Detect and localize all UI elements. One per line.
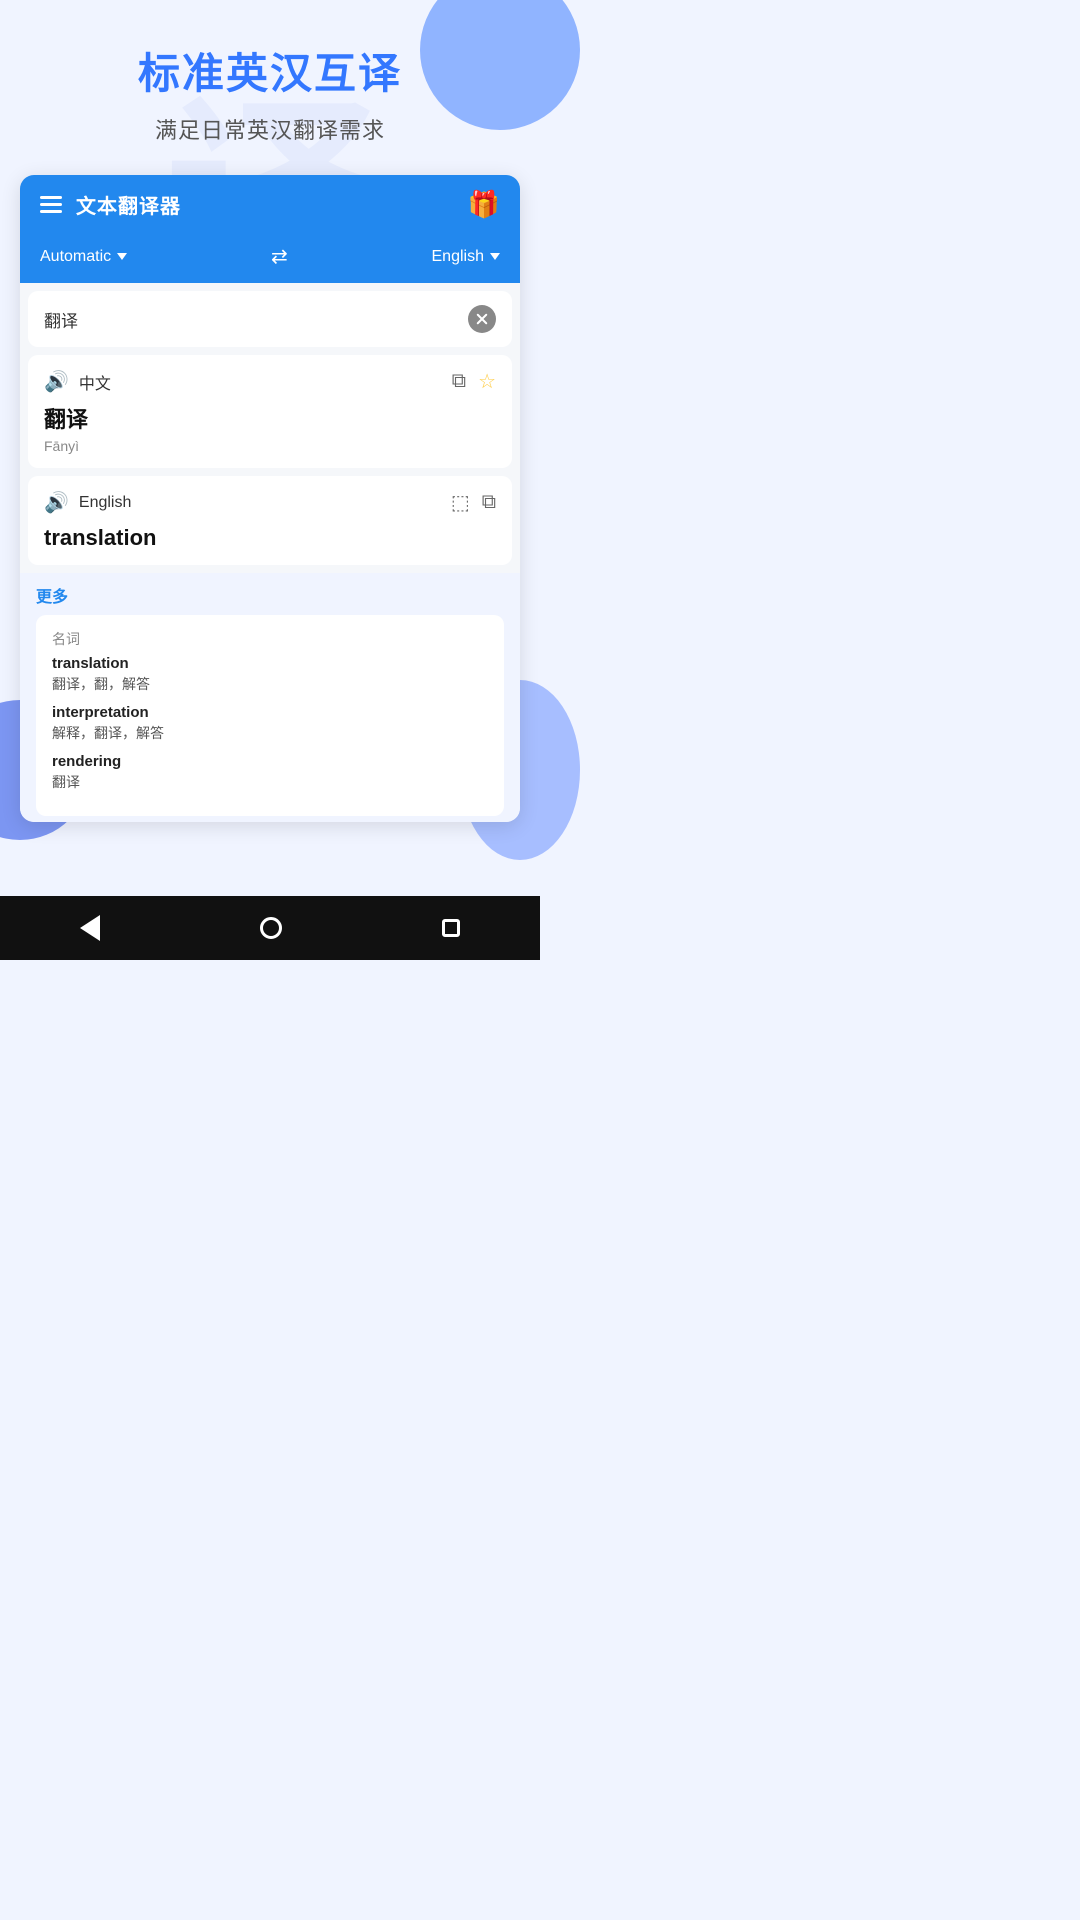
- nav-back-button[interactable]: [80, 915, 100, 941]
- chinese-result-actions: ⧉ ☆: [452, 369, 496, 394]
- toolbar: 文本翻译器 🎁: [20, 175, 520, 234]
- source-lang-button[interactable]: Automatic: [40, 248, 127, 266]
- word-entry-0: translation: [52, 655, 488, 672]
- star-icon[interactable]: ☆: [478, 369, 496, 394]
- chinese-result-card: 🔊 中文 ⧉ ☆ 翻译 Fānyì: [28, 355, 512, 468]
- chinese-result-pinyin: Fānyì: [44, 438, 496, 454]
- clear-button[interactable]: [468, 305, 496, 333]
- english-lang-label: English: [79, 494, 131, 512]
- more-label: 更多: [36, 583, 504, 607]
- chinese-speaker-icon[interactable]: 🔊: [44, 369, 69, 394]
- word-meaning-1: 解释，翻译，解答: [52, 723, 488, 743]
- gift-icon[interactable]: 🎁: [468, 189, 500, 220]
- header-subtitle: 满足日常英汉翻译需求: [20, 113, 520, 145]
- english-result-card: 🔊 English ⬚ ⧉ translation: [28, 476, 512, 565]
- header-title: 标准英汉互译: [20, 40, 520, 101]
- open-icon[interactable]: ⬚: [451, 490, 470, 515]
- chinese-result-header: 🔊 中文 ⧉ ☆: [44, 369, 496, 394]
- target-lang-arrow: [490, 253, 500, 260]
- recents-icon: [442, 919, 460, 937]
- home-icon: [260, 917, 282, 939]
- nav-recents-button[interactable]: [442, 919, 460, 937]
- english-speaker-icon[interactable]: 🔊: [44, 490, 69, 515]
- input-section: 翻译: [28, 291, 512, 347]
- english-result-header: 🔊 English ⬚ ⧉: [44, 490, 496, 515]
- word-entry-2: rendering: [52, 753, 488, 770]
- chinese-result-word: 翻译: [44, 402, 496, 434]
- nav-home-button[interactable]: [260, 917, 282, 939]
- word-meaning-0: 翻译，翻，解答: [52, 674, 488, 694]
- source-lang-arrow: [117, 253, 127, 260]
- copy-icon[interactable]: ⧉: [452, 370, 466, 393]
- pos-label: 名词: [52, 629, 488, 649]
- chinese-lang-label: 中文: [79, 370, 111, 394]
- more-section: 更多 名词 translation 翻译，翻，解答 interpretation…: [20, 573, 520, 822]
- input-text[interactable]: 翻译: [44, 307, 78, 332]
- chinese-lang-info: 🔊 中文: [44, 369, 111, 394]
- more-content: 名词 translation 翻译，翻，解答 interpretation 解释…: [36, 615, 504, 816]
- source-lang-label: Automatic: [40, 248, 111, 266]
- english-copy-icon[interactable]: ⧉: [482, 491, 496, 514]
- toolbar-title: 文本翻译器: [76, 190, 181, 219]
- app-card: 文本翻译器 🎁 Automatic ⇄ English 翻译 🔊 中文 ⧉ ☆: [20, 175, 520, 822]
- back-icon: [80, 915, 100, 941]
- header-section: 标准英汉互译 满足日常英汉翻译需求: [0, 0, 540, 175]
- swap-languages-button[interactable]: ⇄: [271, 244, 288, 269]
- toolbar-left: 文本翻译器: [40, 190, 181, 219]
- target-lang-label: English: [432, 248, 484, 266]
- english-result-word: translation: [44, 525, 496, 551]
- language-bar: Automatic ⇄ English: [20, 234, 520, 283]
- word-entry-1: interpretation: [52, 704, 488, 721]
- english-lang-info: 🔊 English: [44, 490, 131, 515]
- bottom-nav: [0, 896, 540, 960]
- english-result-actions: ⬚ ⧉: [451, 490, 496, 515]
- word-meaning-2: 翻译: [52, 772, 488, 792]
- hamburger-icon[interactable]: [40, 196, 62, 213]
- target-lang-button[interactable]: English: [432, 248, 500, 266]
